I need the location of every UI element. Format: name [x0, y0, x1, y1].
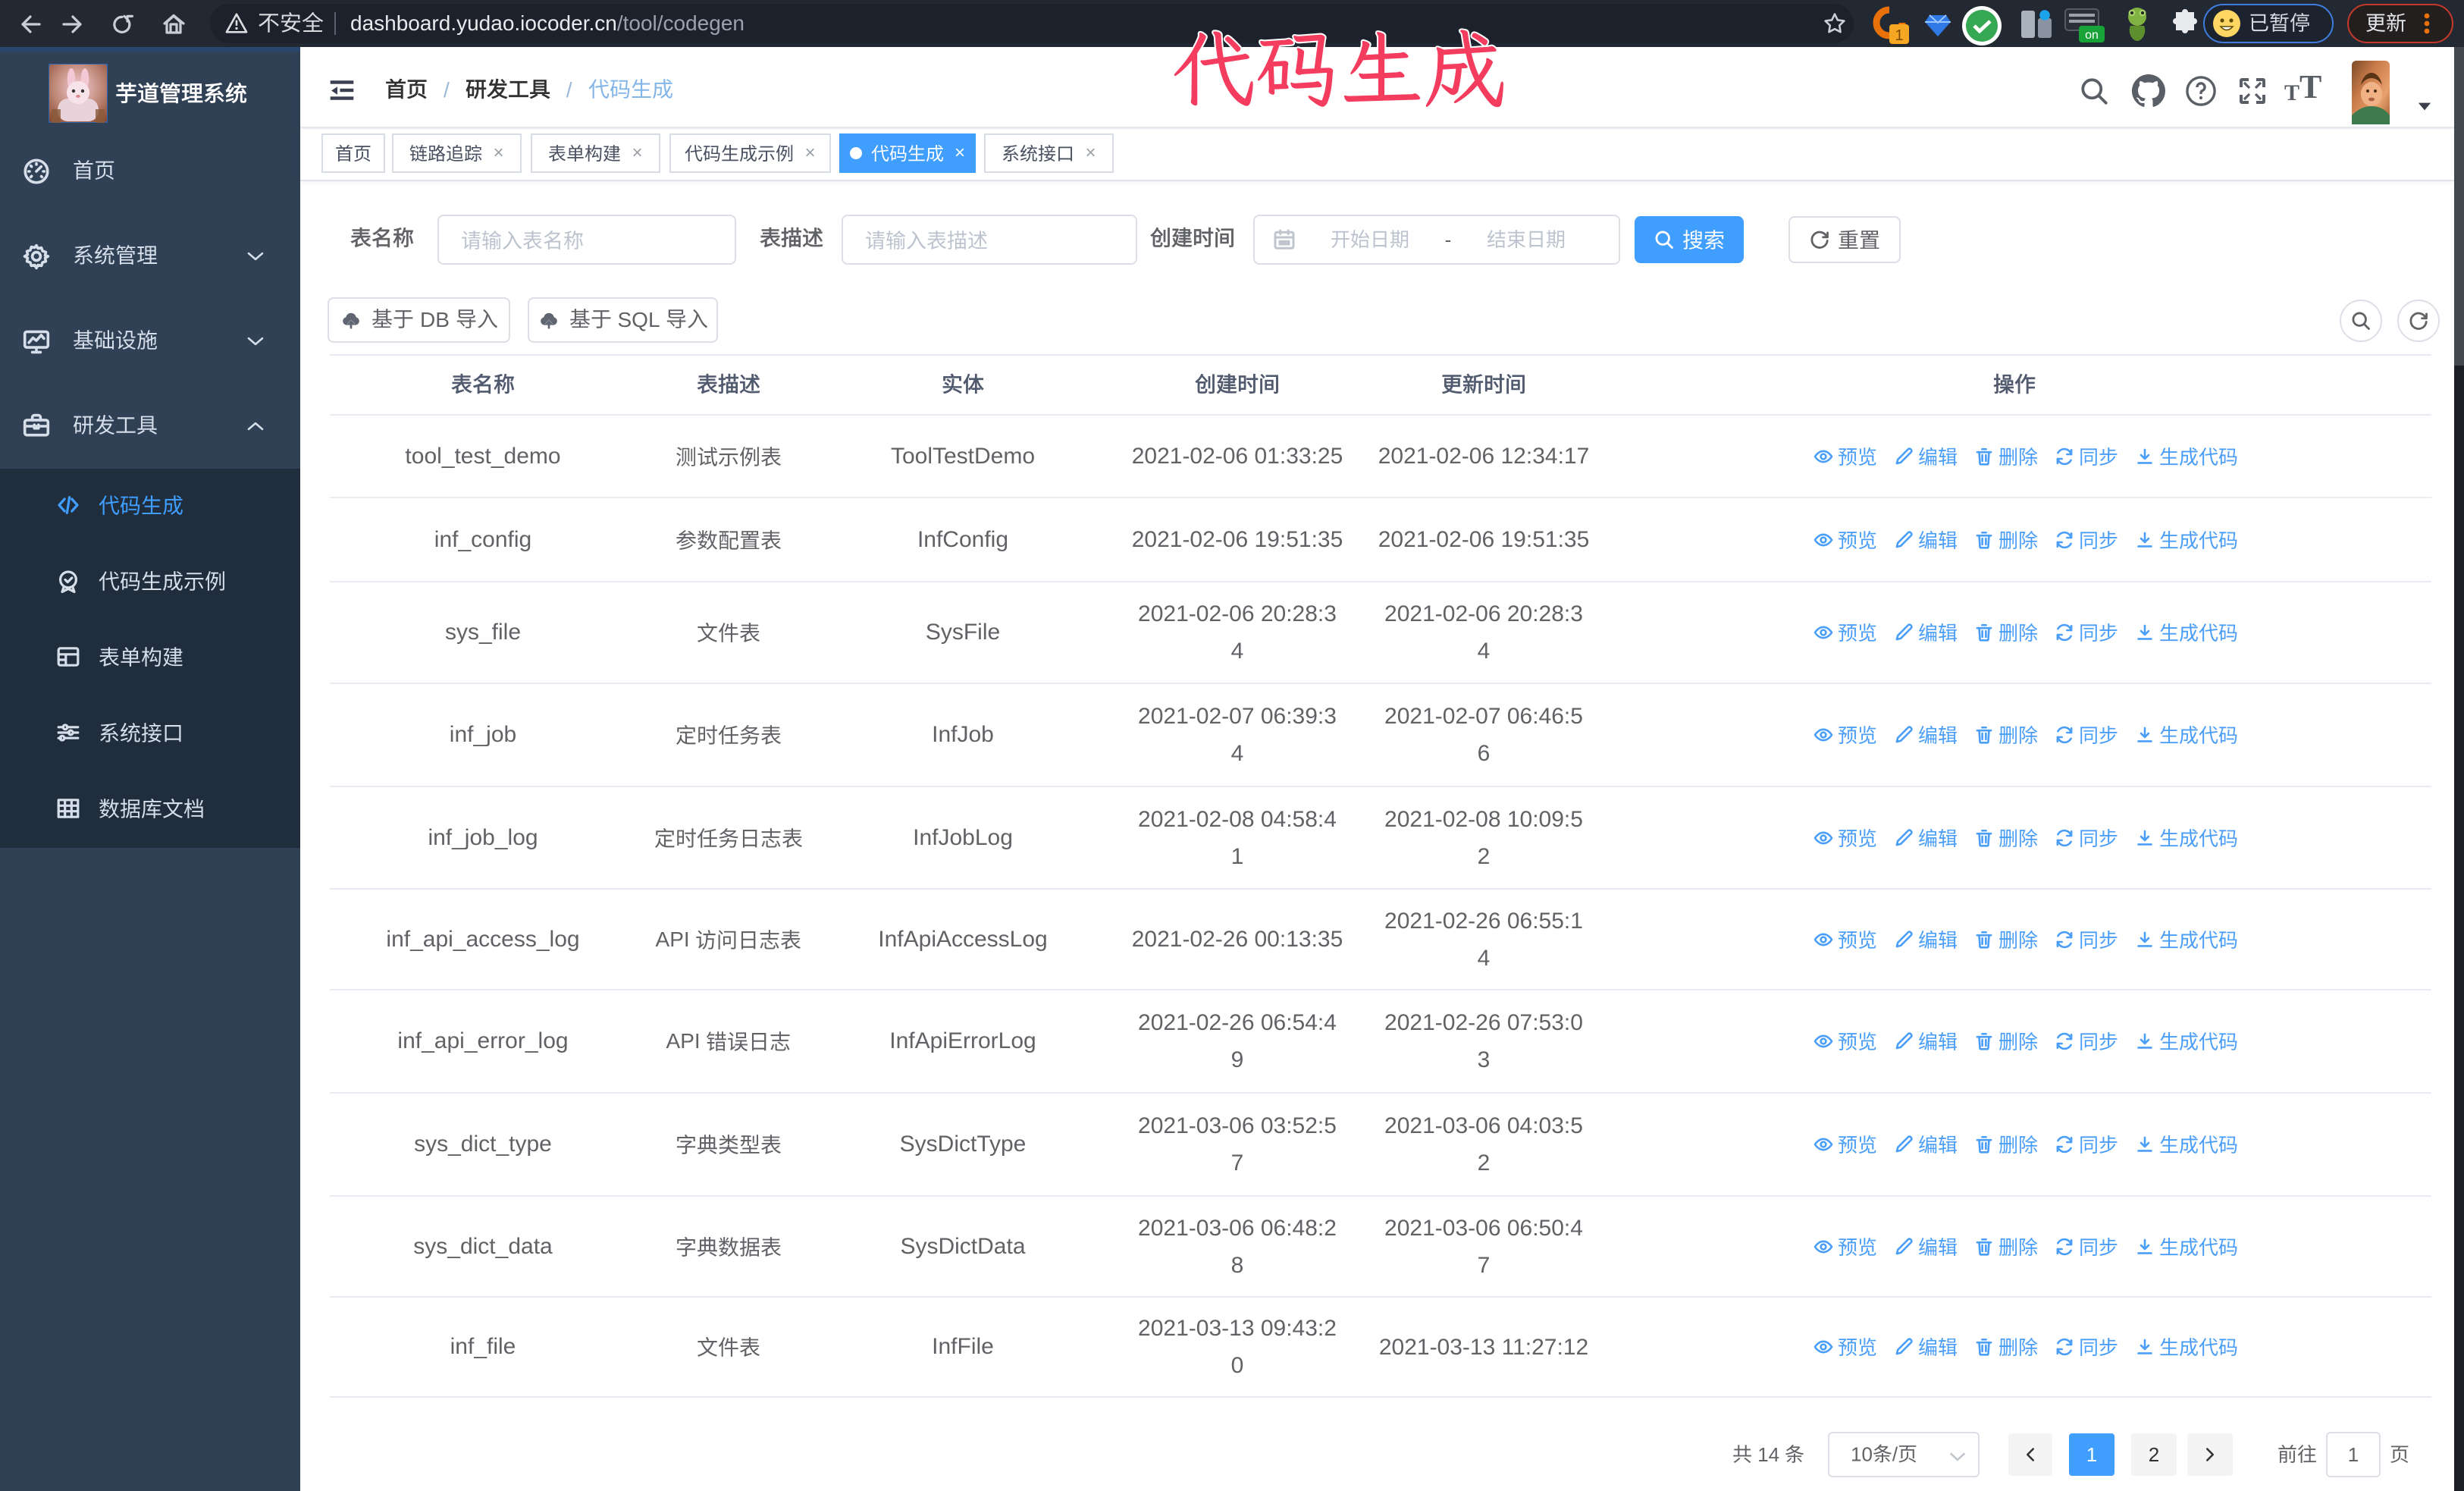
svg-text:on: on: [2085, 29, 2099, 42]
svg-text:1: 1: [1895, 27, 1903, 44]
